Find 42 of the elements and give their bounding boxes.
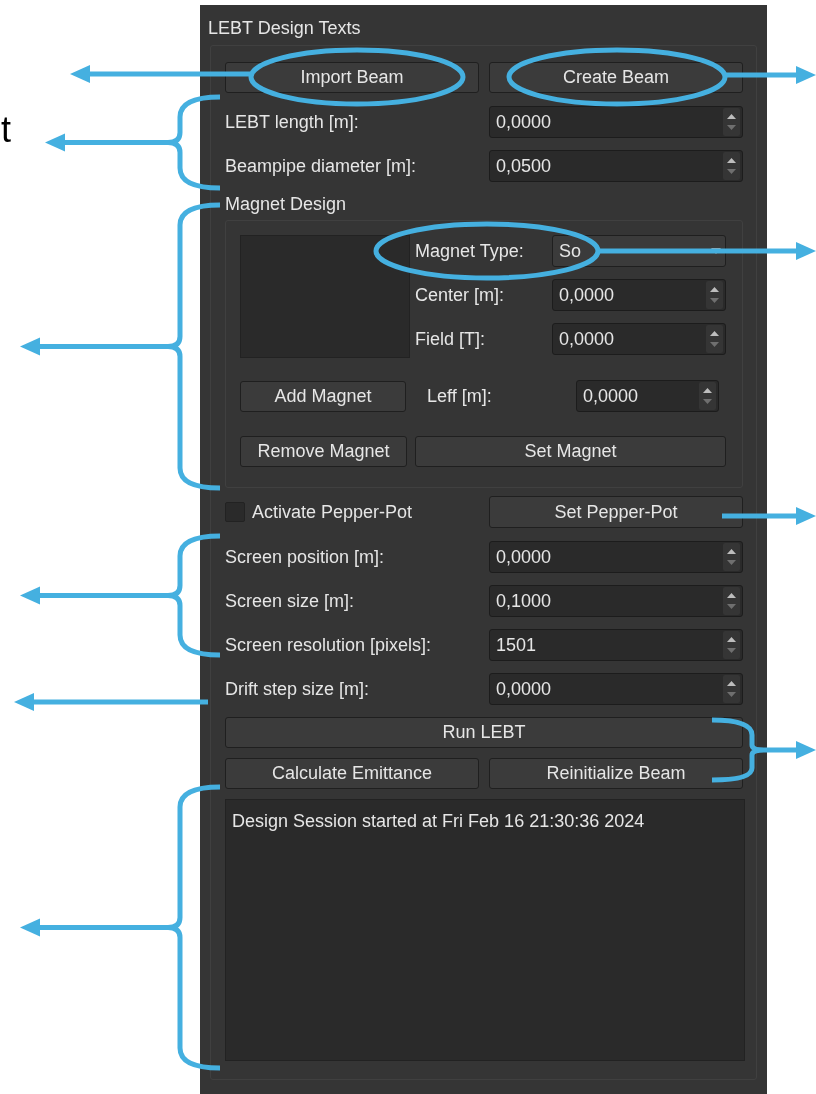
field-label: Screen position [m]: bbox=[225, 546, 385, 567]
stepper-icon[interactable] bbox=[699, 382, 716, 410]
annotation-text: t bbox=[1, 110, 11, 150]
panel-title: LEBT Design Texts bbox=[208, 17, 362, 39]
push-button[interactable]: Remove Magnet bbox=[240, 436, 407, 467]
push-button[interactable]: Run LEBT bbox=[225, 717, 743, 748]
push-button[interactable]: Create Beam bbox=[489, 62, 743, 93]
stepper-icon[interactable] bbox=[723, 152, 740, 180]
push-button[interactable]: Add Magnet bbox=[240, 380, 406, 412]
field-label: Beampipe diameter [m]: bbox=[225, 155, 417, 176]
push-button[interactable]: Import Beam bbox=[225, 62, 479, 93]
push-button[interactable]: Set Magnet bbox=[415, 436, 726, 467]
field-label: Drift step size [m]: bbox=[225, 678, 370, 699]
field-label: Center [m]: bbox=[415, 283, 506, 307]
stepper-icon[interactable] bbox=[723, 543, 740, 571]
field-label: Screen resolution [pixels]: bbox=[225, 634, 432, 655]
spin-field[interactable]: 0,0000 bbox=[489, 106, 743, 138]
field-label: Magnet Type: bbox=[415, 239, 525, 263]
spin-field[interactable]: 0,0000 bbox=[552, 279, 726, 311]
stepper-icon[interactable] bbox=[723, 675, 740, 703]
field-label: LEBT length [m]: bbox=[225, 111, 359, 132]
spin-field[interactable]: 0,0000 bbox=[489, 541, 743, 573]
stepper-icon[interactable] bbox=[706, 325, 723, 353]
log-line: Design Session started at Fri Feb 16 21:30:36 2024 bbox=[232, 810, 646, 833]
push-button[interactable]: Calculate Emittance bbox=[225, 758, 479, 789]
stepper-icon[interactable] bbox=[723, 108, 740, 136]
field-label: Leff [m]: bbox=[427, 384, 493, 408]
field-label: Screen size [m]: bbox=[225, 590, 355, 611]
spin-field[interactable]: 0,1000 bbox=[489, 585, 743, 617]
stepper-icon[interactable] bbox=[723, 587, 740, 615]
push-button[interactable]: Set Pepper-Pot bbox=[489, 496, 743, 528]
spin-field[interactable]: 1501 bbox=[489, 629, 743, 661]
spin-field[interactable]: 0,0000 bbox=[576, 380, 719, 412]
push-button[interactable]: Reinitialize Beam bbox=[489, 758, 743, 789]
stepper-icon[interactable] bbox=[723, 631, 740, 659]
stepper-icon[interactable] bbox=[706, 281, 723, 309]
spin-field[interactable]: 0,0000 bbox=[552, 323, 726, 355]
spin-field[interactable]: 0,0500 bbox=[489, 150, 743, 182]
spin-field[interactable]: 0,0000 bbox=[489, 673, 743, 705]
section-title: Magnet Design bbox=[225, 193, 348, 216]
field-label: Field [T]: bbox=[415, 327, 486, 351]
field-label: Activate Pepper-Pot bbox=[252, 500, 413, 524]
